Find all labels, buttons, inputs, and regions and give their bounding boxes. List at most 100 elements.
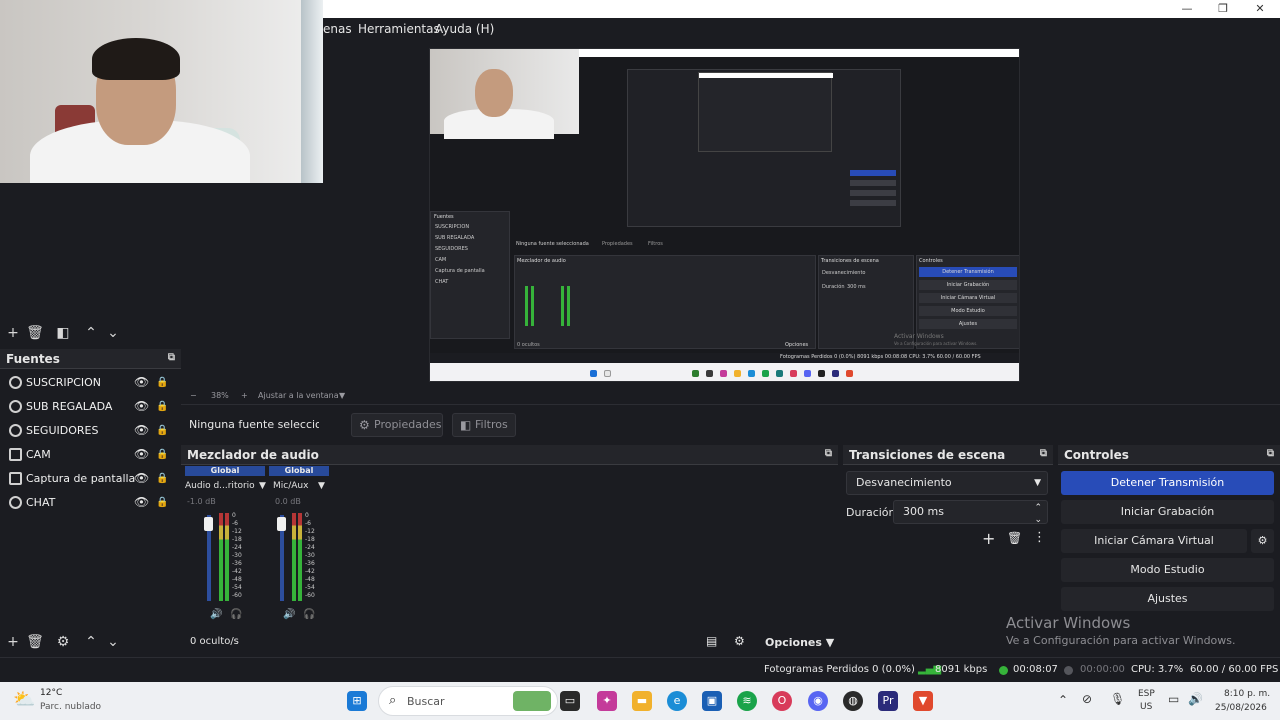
- channel-menu-chevron-icon[interactable]: ▼: [318, 481, 325, 491]
- move-down-icon[interactable]: ⌄: [104, 324, 122, 342]
- remove-source-icon[interactable]: 🗑: [26, 633, 44, 651]
- source-item[interactable]: SEGUIDORES 👁 🔒: [0, 419, 181, 443]
- visibility-eye-icon[interactable]: 👁: [134, 424, 149, 436]
- source-item[interactable]: Captura de pantalla 👁 🔒: [0, 467, 181, 491]
- lock-icon[interactable]: 🔒: [156, 401, 168, 412]
- studio-mode-button[interactable]: Modo Estudio: [1061, 558, 1274, 582]
- opera-icon[interactable]: O: [772, 691, 792, 711]
- lock-icon[interactable]: 🔒: [156, 425, 168, 436]
- source-item[interactable]: SUSCRIPCION 👁 🔒: [0, 371, 181, 395]
- taskbar-search[interactable]: ⌕ Buscar: [378, 686, 558, 716]
- store-icon[interactable]: ▣: [702, 691, 722, 711]
- start-recording-button[interactable]: Iniciar Grabación: [1061, 500, 1274, 524]
- source-item[interactable]: SUB REGALADA 👁 🔒: [0, 395, 181, 419]
- maximize-button[interactable]: ❐: [1205, 1, 1241, 17]
- channel-badge: Global: [269, 466, 329, 476]
- premiere-icon[interactable]: Pr: [878, 691, 898, 711]
- source-item[interactable]: CHAT 👁 🔒: [0, 491, 181, 515]
- visibility-eye-icon[interactable]: 👁: [134, 376, 149, 388]
- volume-slider-handle[interactable]: [204, 517, 213, 531]
- layout-toggle-icon[interactable]: ▤: [706, 634, 717, 648]
- volume-slider-handle[interactable]: [277, 517, 286, 531]
- close-button[interactable]: ✕: [1242, 1, 1278, 17]
- fit-window-label[interactable]: Ajustar a la ventana: [258, 391, 339, 400]
- no-source-selected: Ninguna fuente seleccionada: [189, 418, 319, 431]
- settings-button[interactable]: Ajustes: [1061, 587, 1274, 611]
- obs-icon[interactable]: ◍: [843, 691, 863, 711]
- transition-more-icon[interactable]: ⋮: [1033, 530, 1046, 545]
- move-up-icon[interactable]: ⌃: [82, 633, 100, 651]
- discord-icon[interactable]: ◉: [808, 691, 828, 711]
- menu-scenes[interactable]: enas: [323, 22, 352, 36]
- spin-down-icon[interactable]: ⌄: [1034, 509, 1042, 531]
- start-windows-icon[interactable]: ⊞: [347, 691, 367, 711]
- monitor-headphones-icon[interactable]: 🎧: [230, 609, 242, 620]
- scene-filters-icon[interactable]: ◧: [54, 324, 72, 342]
- clock-time[interactable]: 8:10 p. m.: [1224, 689, 1270, 699]
- show-hidden-icons-chevron-icon[interactable]: ⌃: [1058, 693, 1068, 707]
- options-menu[interactable]: Opciones ▼: [765, 636, 834, 649]
- add-transition-icon[interactable]: +: [982, 529, 995, 548]
- visibility-eye-icon[interactable]: 👁: [134, 472, 149, 484]
- filters-button[interactable]: ◧ Filtros: [452, 413, 516, 437]
- visibility-eye-icon[interactable]: 👁: [134, 448, 149, 460]
- minimize-button[interactable]: —: [1169, 1, 1205, 17]
- virtual-camera-gear-icon[interactable]: ⚙: [1251, 529, 1274, 553]
- speaker-icon[interactable]: 🔊: [210, 609, 222, 620]
- display-icon[interactable]: ▭: [1168, 692, 1179, 706]
- visibility-eye-icon[interactable]: 👁: [134, 496, 149, 508]
- zoom-out-icon[interactable]: −: [190, 391, 197, 400]
- advanced-audio-gear-icon[interactable]: ⚙: [734, 634, 745, 648]
- microphone-icon[interactable]: 🎙: [1110, 692, 1125, 706]
- region[interactable]: US: [1140, 702, 1152, 712]
- undock-icon[interactable]: ⧉: [1040, 448, 1047, 459]
- task-view-icon[interactable]: ▭: [560, 691, 580, 711]
- transition-select[interactable]: Desvanecimiento ▼: [846, 471, 1048, 495]
- lock-icon[interactable]: 🔒: [156, 449, 168, 460]
- weather-icon[interactable]: ⛅: [13, 689, 35, 710]
- language[interactable]: ESP: [1138, 689, 1155, 699]
- weather-desc[interactable]: Parc. nublado: [40, 702, 101, 712]
- network-off-icon[interactable]: ⊘: [1082, 692, 1092, 706]
- file-explorer-icon[interactable]: ▬: [632, 691, 652, 711]
- preview-canvas[interactable]: Fuentes SUSCRIPCION SUB REGALADA SEGUIDO…: [429, 48, 1020, 382]
- stop-stream-button[interactable]: Detener Transmisión: [1061, 471, 1274, 495]
- monitor-icon: [9, 472, 22, 485]
- brave-icon[interactable]: ▼: [913, 691, 933, 711]
- lock-icon[interactable]: 🔒: [156, 497, 168, 508]
- weather-temp[interactable]: 12°C: [40, 688, 62, 698]
- edge-icon[interactable]: e: [667, 691, 687, 711]
- mixer-footer: 0 oculto/s ▤ ⚙ Opciones ▼: [181, 631, 838, 655]
- duration-input[interactable]: 300 ms ⌃ ⌄: [893, 500, 1048, 525]
- speaker-icon[interactable]: 🔊: [283, 609, 295, 620]
- properties-button[interactable]: ⚙ Propiedades: [351, 413, 443, 437]
- add-scene-icon[interactable]: +: [4, 324, 22, 342]
- db-scale: 0 -6 -12 -18 -24 -30 -36 -42 -48 -54 -60: [305, 513, 315, 601]
- undock-icon[interactable]: ⧉: [168, 352, 175, 363]
- visibility-eye-icon[interactable]: 👁: [134, 400, 149, 412]
- add-source-icon[interactable]: +: [4, 633, 22, 651]
- lock-icon[interactable]: 🔒: [156, 473, 168, 484]
- move-up-icon[interactable]: ⌃: [82, 324, 100, 342]
- source-item[interactable]: CAM 👁 🔒: [0, 443, 181, 467]
- remove-transition-icon[interactable]: 🗑: [1007, 531, 1022, 545]
- zoom-in-icon[interactable]: +: [241, 391, 248, 400]
- lock-icon[interactable]: 🔒: [156, 377, 168, 388]
- source-settings-gear-icon[interactable]: ⚙: [54, 633, 72, 651]
- volume-icon[interactable]: 🔊: [1188, 692, 1203, 706]
- preview-source-item: SEGUIDORES: [435, 246, 468, 252]
- clock-date[interactable]: 25/08/2026: [1215, 703, 1267, 713]
- monitor-headphones-icon[interactable]: 🎧: [303, 609, 315, 620]
- zoom-dropdown-chevron-icon[interactable]: ▼: [339, 391, 345, 400]
- channel-menu-chevron-icon[interactable]: ▼: [259, 481, 266, 491]
- status-bar: Fotogramas Perdidos 0 (0.0%) ▂▄▆ 8091 kb…: [0, 657, 1280, 682]
- activate-line-2: Ve a Configuración para activar Windows.: [1006, 634, 1236, 647]
- menu-tools[interactable]: Herramientas: [358, 22, 440, 36]
- channel-name: Audio d...ritorio: [185, 481, 255, 491]
- spotify-icon[interactable]: ≋: [737, 691, 757, 711]
- move-down-icon[interactable]: ⌄: [104, 633, 122, 651]
- menu-help[interactable]: Ayuda (H): [435, 22, 494, 36]
- copilot-icon[interactable]: ✦: [597, 691, 617, 711]
- start-virtual-camera-button[interactable]: Iniciar Cámara Virtual: [1061, 529, 1247, 553]
- remove-scene-icon[interactable]: 🗑: [26, 324, 44, 342]
